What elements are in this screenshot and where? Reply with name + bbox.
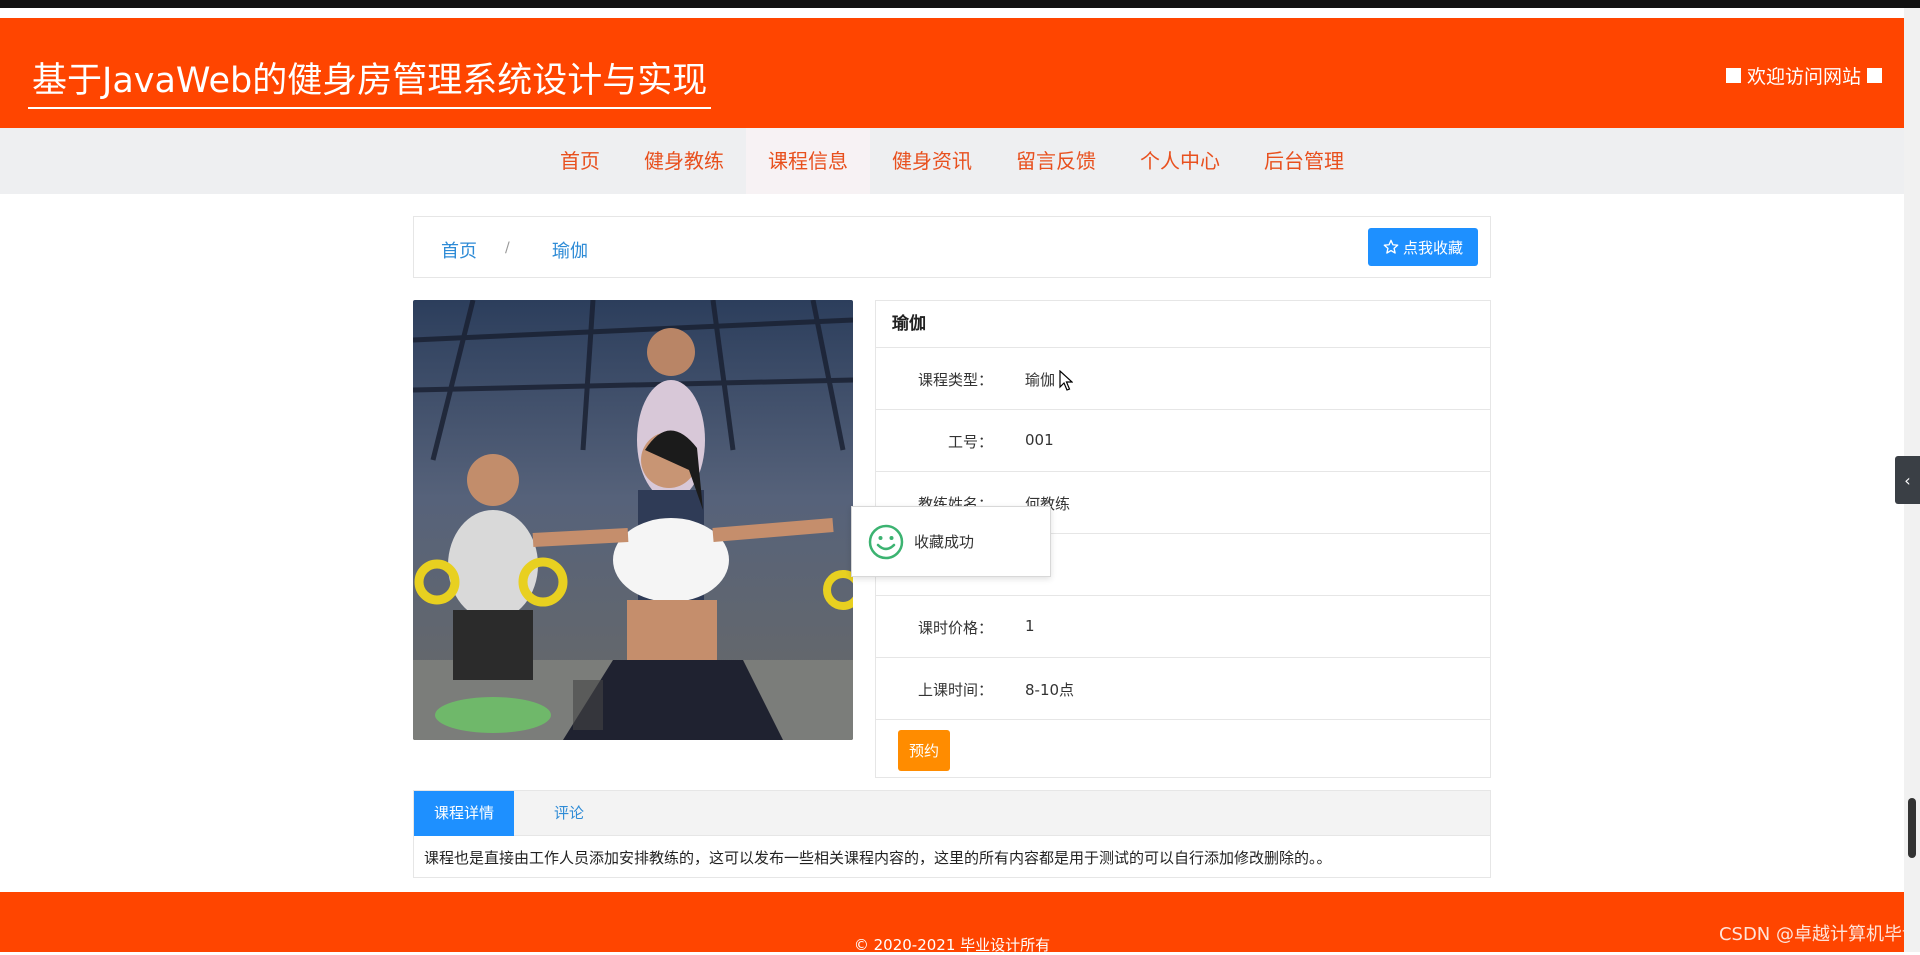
course-image	[413, 300, 853, 740]
nav-item-feedback[interactable]: 留言反馈	[994, 128, 1118, 194]
info-value: 1	[1025, 617, 1035, 635]
square-icon	[1867, 68, 1882, 83]
info-value: 001	[1025, 431, 1054, 449]
side-collapse-tab[interactable]: ‹	[1895, 456, 1920, 504]
site-title[interactable]: 基于JavaWeb的健身房管理系统设计与实现	[28, 52, 712, 109]
info-value: 8-10点	[1025, 681, 1075, 699]
success-toast: 收藏成功	[851, 506, 1051, 577]
course-title: 瑜伽	[876, 301, 1490, 348]
breadcrumb-home[interactable]: 首页	[441, 237, 477, 263]
welcome-banner: 欢迎访问网站	[1725, 62, 1882, 89]
nav-item-admin[interactable]: 后台管理	[1242, 128, 1366, 194]
info-row-schedule: 上课时间： 8-10点	[876, 658, 1490, 720]
info-row-employee-id: 工号： 001	[876, 410, 1490, 472]
info-row-course-type: 课程类型： 瑜伽	[876, 348, 1490, 410]
info-value: 瑜伽	[1025, 371, 1056, 389]
tab-comments[interactable]: 评论	[534, 791, 604, 836]
breadcrumb: 首页 / 瑜伽 点我收藏	[413, 216, 1491, 278]
book-button[interactable]: 预约	[898, 730, 950, 771]
toast-text: 收藏成功	[914, 533, 975, 551]
breadcrumb-separator: /	[505, 240, 510, 256]
nav-item-news[interactable]: 健身资讯	[870, 128, 994, 194]
nav-item-home[interactable]: 首页	[538, 128, 622, 194]
tab-content: 课程也是直接由工作人员添加安排教练的，这可以发布一些相关课程内容的，这里的所有内…	[424, 849, 1332, 867]
site-header: 基于JavaWeb的健身房管理系统设计与实现 欢迎访问网站	[0, 18, 1904, 128]
main-nav: 首页 健身教练 课程信息 健身资讯 留言反馈 个人中心 后台管理	[0, 128, 1904, 194]
smile-icon	[868, 524, 904, 559]
mouse-cursor-icon	[1059, 370, 1073, 391]
scrollbar-thumb[interactable]	[1908, 798, 1916, 858]
chevron-left-icon: ‹	[1904, 470, 1911, 490]
info-label: 上课时间：	[917, 681, 993, 699]
course-tabs: 课程详情 评论 课程也是直接由工作人员添加安排教练的，这可以发布一些相关课程内容…	[413, 790, 1491, 878]
nav-item-coaches[interactable]: 健身教练	[622, 128, 746, 194]
info-row-price: 课时价格： 1	[876, 596, 1490, 658]
square-icon	[1725, 68, 1741, 83]
info-label: 课程类型：	[917, 371, 993, 389]
breadcrumb-current[interactable]: 瑜伽	[552, 237, 588, 263]
site-footer: © 2020-2021 毕业设计所有	[0, 892, 1904, 954]
tab-course-details[interactable]: 课程详情	[414, 791, 515, 836]
welcome-text: 欢迎访问网站	[1746, 66, 1861, 88]
info-label: 课时价格：	[917, 619, 993, 637]
favorite-button-label: 点我收藏	[1402, 238, 1463, 257]
info-label: 工号：	[947, 433, 993, 451]
nav-item-courses[interactable]: 课程信息	[746, 128, 870, 194]
watermark: CSDN @卓越计算机毕设	[1718, 924, 1920, 945]
favorite-button[interactable]: 点我收藏	[1368, 228, 1478, 266]
star-icon	[1383, 239, 1399, 254]
tabs-header: 课程详情 评论	[414, 791, 1490, 836]
browser-top-strip	[0, 0, 1920, 8]
nav-item-profile[interactable]: 个人中心	[1118, 128, 1242, 194]
